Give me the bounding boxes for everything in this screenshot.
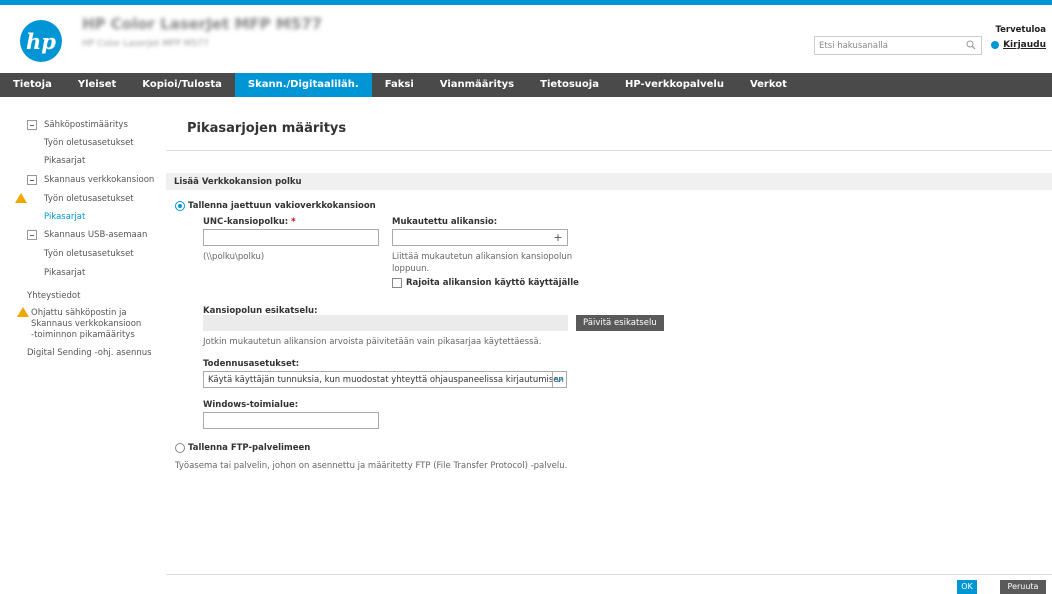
warning-icon [15, 193, 27, 203]
device-subtitle: HP Color LaserJet MFP M577 [82, 39, 209, 49]
search-input[interactable] [815, 37, 955, 54]
search-box [814, 36, 982, 55]
unc-path-input[interactable] [204, 230, 378, 245]
ftp-description: Työasema tai palvelin, johon on asennett… [175, 461, 568, 471]
sidebar: Sähköpostimääritys Työn oletusasetukset … [0, 107, 166, 594]
sidebar-item-email-setup[interactable]: Sähköpostimääritys [44, 120, 128, 130]
chevron-down-icon [552, 372, 566, 387]
sidebar-item-folder-job-defaults[interactable]: Työn oletusasetukset [44, 194, 134, 204]
tab-tietoja[interactable]: Tietoja [0, 73, 65, 97]
main-nav: Tietoja Yleiset Kopioi/Tulosta Skann./Di… [0, 73, 1052, 97]
divider [166, 150, 1052, 151]
footer-divider [166, 574, 1052, 575]
search-icon[interactable] [966, 40, 976, 50]
hp-logo[interactable]: hp [20, 20, 62, 62]
sidebar-item-scan-network-folder[interactable]: Skannaus verkkokansioon [44, 175, 154, 185]
domain-input[interactable] [204, 413, 378, 428]
login-link[interactable]: Kirjaudu [1003, 40, 1046, 50]
sidebar-item-usb-job-defaults[interactable]: Työn oletusasetukset [44, 249, 134, 259]
domain-field [203, 412, 379, 429]
tab-verkot[interactable]: Verkot [737, 73, 800, 97]
header: hp HP Color LaserJet MFP M577 HP Color L… [0, 5, 1052, 70]
radio-shared-folder-label: Tallenna jaettuun vakioverkkokansioon [188, 201, 376, 211]
page-title: Pikasarjojen määritys [187, 121, 347, 136]
login-icon [991, 41, 1000, 49]
path-preview [203, 315, 568, 331]
tab-yleiset[interactable]: Yleiset [65, 73, 129, 97]
warning-icon [17, 307, 29, 317]
radio-ftp-label: Tallenna FTP-palvelimeen [188, 443, 311, 453]
sidebar-item-folder-quicksets[interactable]: Pikasarjat [44, 212, 85, 222]
domain-label: Windows-toimialue: [203, 400, 299, 410]
sidebar-item-usb-quicksets[interactable]: Pikasarjat [44, 268, 85, 278]
required-mark: * [291, 217, 296, 227]
welcome-text: Tervetuloa [995, 25, 1046, 35]
sidebar-item-contacts[interactable]: Yhteystiedot [27, 291, 80, 301]
preview-note: Jotkin mukautetun alikansion arvoista pä… [203, 337, 542, 347]
custom-subfolder-input[interactable] [393, 230, 567, 245]
custom-subfolder-label: Mukautettu alikansio: [392, 217, 498, 227]
restrict-label: Rajoita alikansion käyttö käyttäjälle [406, 278, 579, 288]
restrict-checkbox[interactable] [392, 278, 402, 288]
tab-skann-digitaalilah[interactable]: Skann./Digitaaliläh. [234, 73, 372, 97]
auth-select-value: Käytä käyttäjän tunnuksia, kun muodostat… [208, 375, 564, 385]
sidebar-item-wizard-line-1[interactable]: Ohjattu sähköpostin ja [31, 308, 127, 318]
tab-kopioi-tulosta[interactable]: Kopioi/Tulosta [129, 73, 235, 97]
tab-faksi[interactable]: Faksi [372, 73, 427, 97]
tab-vianmaaritys[interactable]: Vianmääritys [427, 73, 527, 97]
collapse-icon[interactable] [27, 230, 37, 240]
device-title: HP Color LaserJet MFP M577 [82, 15, 323, 33]
custom-subfolder-field: + [392, 229, 568, 246]
add-icon[interactable]: + [549, 230, 567, 245]
tab-tietosuoja[interactable]: Tietosuoja [527, 73, 612, 97]
radio-ftp[interactable] [175, 443, 185, 453]
login-row: Kirjaudu [991, 40, 1046, 50]
unc-hint: (\\polku\polku) [203, 252, 265, 262]
auth-label: Todennusasetukset: [203, 359, 300, 369]
unc-path-field [203, 229, 379, 246]
auth-select[interactable]: Käytä käyttäjän tunnuksia, kun muodostat… [203, 371, 567, 388]
sidebar-item-email-quicksets[interactable]: Pikasarjat [44, 156, 85, 166]
ok-button[interactable]: OK [957, 580, 977, 594]
custom-hint-line-2: loppuun. [392, 264, 430, 274]
main-content: Pikasarjojen määritys Lisää Verkkokansio… [166, 97, 1052, 594]
collapse-icon[interactable] [27, 120, 37, 130]
section-header: Lisää Verkkokansion polku [166, 173, 1052, 190]
custom-hint-line-1: Liittää mukautetun alikansion kansiopolu… [392, 252, 573, 262]
section-title: Lisää Verkkokansion polku [174, 177, 302, 187]
sidebar-item-wizard-line-2[interactable]: Skannaus verkkokansioon [31, 319, 141, 329]
collapse-icon[interactable] [27, 175, 37, 185]
cancel-button[interactable]: Peruuta [1000, 580, 1046, 594]
tab-hp-verkkopalvelu[interactable]: HP-verkkopalvelu [612, 73, 737, 97]
sidebar-item-wizard-line-3[interactable]: -toiminnon pikamääritys [31, 330, 135, 340]
sidebar-item-digital-sending[interactable]: Digital Sending -ohj. asennus [27, 348, 152, 358]
sidebar-item-email-job-defaults[interactable]: Työn oletusasetukset [44, 138, 134, 148]
update-preview-button[interactable]: Päivitä esikatselu [576, 315, 664, 331]
sidebar-item-scan-usb[interactable]: Skannaus USB-asemaan [44, 230, 147, 240]
unc-label-text: UNC-kansiopolku: [203, 217, 289, 227]
unc-label: UNC-kansiopolku: * [203, 217, 296, 227]
radio-shared-folder[interactable] [175, 201, 185, 211]
